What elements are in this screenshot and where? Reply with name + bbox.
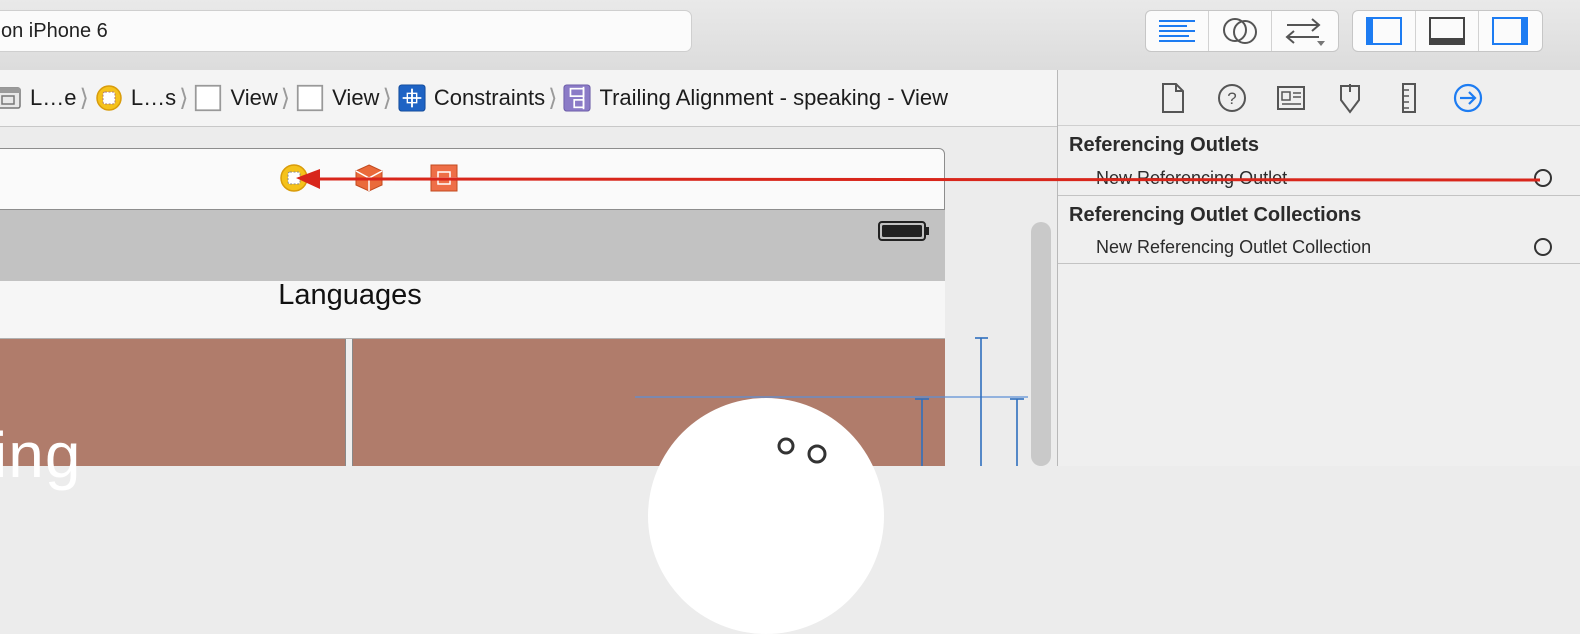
identity-inspector-icon[interactable] xyxy=(1271,78,1311,118)
connections-inspector-icon[interactable] xyxy=(1448,78,1488,118)
new-referencing-outlet-label: New Referencing Outlet xyxy=(1096,168,1288,188)
utilities-panel-icon xyxy=(1492,17,1528,45)
file-inspector-icon[interactable] xyxy=(1153,78,1193,118)
version-editor-icon xyxy=(1285,18,1325,46)
section-divider xyxy=(1058,195,1580,196)
attributes-inspector-icon[interactable] xyxy=(1330,78,1370,118)
panel-toggle-control xyxy=(1352,10,1543,52)
canvas-vertical-scrollbar[interactable] xyxy=(1031,222,1051,466)
utilities-inspector: ? Referencing Outlets New Referencing Ou… xyxy=(1057,70,1580,466)
debug-area-toggle-button[interactable] xyxy=(1416,11,1479,51)
quick-help-icon[interactable]: ? xyxy=(1212,78,1252,118)
version-editor-button[interactable] xyxy=(1272,11,1334,51)
svg-text:?: ? xyxy=(1227,89,1236,108)
inspector-tab-bar: ? xyxy=(1058,70,1580,126)
referencing-outlet-collections-header: Referencing Outlet Collections xyxy=(1069,204,1362,226)
size-inspector-icon[interactable] xyxy=(1389,78,1429,118)
assistant-editor-icon xyxy=(1223,18,1257,44)
debug-panel-icon xyxy=(1429,17,1465,45)
referencing-outlets-header: Referencing Outlets xyxy=(1069,134,1260,156)
navigator-panel-icon xyxy=(1366,17,1402,45)
new-referencing-outlet-collection-label: New Referencing Outlet Collection xyxy=(1096,237,1372,257)
constraint-guides xyxy=(635,337,1028,466)
new-referencing-outlet-connector[interactable] xyxy=(1534,169,1552,187)
new-referencing-outlet-collection-connector[interactable] xyxy=(1534,238,1552,256)
standard-editor-icon xyxy=(1159,20,1195,42)
assistant-editor-button[interactable] xyxy=(1209,11,1272,51)
section-divider xyxy=(1058,263,1580,264)
editor-mode-control xyxy=(1145,10,1339,52)
utilities-toggle-button[interactable] xyxy=(1479,11,1541,51)
navigator-toggle-button[interactable] xyxy=(1353,11,1416,51)
standard-editor-button[interactable] xyxy=(1146,11,1209,51)
